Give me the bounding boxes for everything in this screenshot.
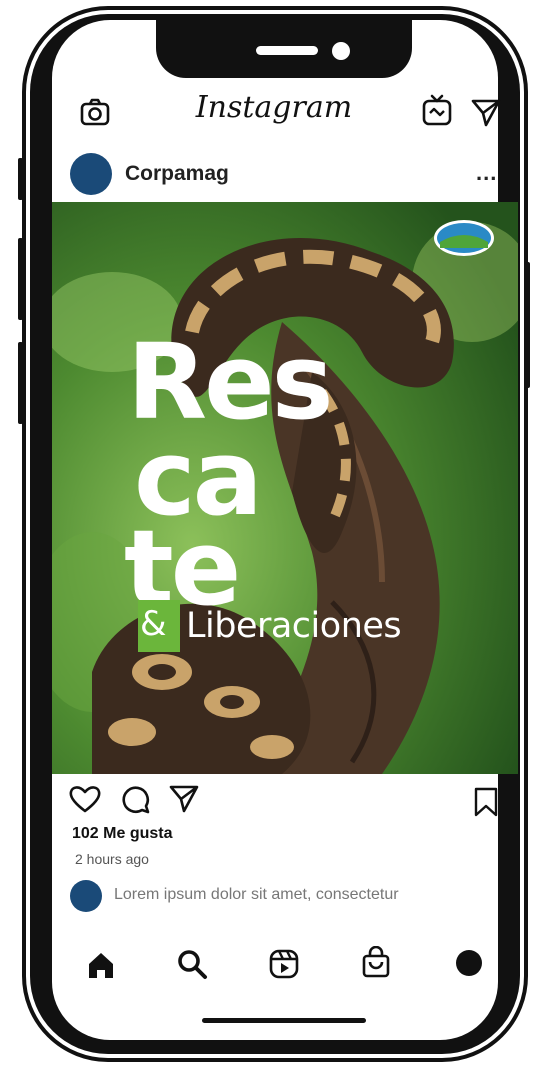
share-icon[interactable] (168, 784, 200, 814)
more-options-button[interactable]: ... (476, 160, 497, 186)
ampersand: & (140, 604, 167, 644)
post-image[interactable]: Res ca te (52, 202, 518, 774)
post-username[interactable]: Corpamag (125, 162, 229, 186)
profile-icon[interactable] (456, 950, 482, 976)
volume-down-button (18, 342, 23, 424)
image-subtitle: Liberaciones (186, 606, 402, 646)
heart-icon[interactable] (68, 784, 102, 814)
front-camera (332, 42, 350, 60)
search-icon[interactable] (176, 948, 208, 980)
mute-switch (18, 158, 23, 200)
reels-icon[interactable] (268, 948, 300, 980)
shop-icon[interactable] (360, 946, 392, 980)
avatar[interactable] (70, 153, 112, 195)
comment-avatar[interactable] (70, 880, 102, 912)
python-snake-illustration (52, 202, 518, 774)
comment-icon[interactable] (120, 784, 152, 814)
send-icon[interactable] (470, 98, 502, 128)
volume-up-button (18, 238, 23, 320)
power-button (525, 262, 530, 388)
igtv-icon[interactable] (422, 94, 452, 126)
comment-input-placeholder[interactable]: Lorem ipsum dolor sit amet, consectetur (114, 886, 399, 904)
home-indicator[interactable] (202, 1018, 366, 1023)
bookmark-icon[interactable] (474, 787, 498, 817)
post-timestamp: 2 hours ago (75, 851, 149, 867)
instagram-logo: Instagram (195, 90, 353, 125)
home-icon[interactable] (86, 950, 116, 980)
likes-count[interactable]: 102 Me gusta (72, 825, 172, 843)
notch-speaker (256, 46, 318, 55)
